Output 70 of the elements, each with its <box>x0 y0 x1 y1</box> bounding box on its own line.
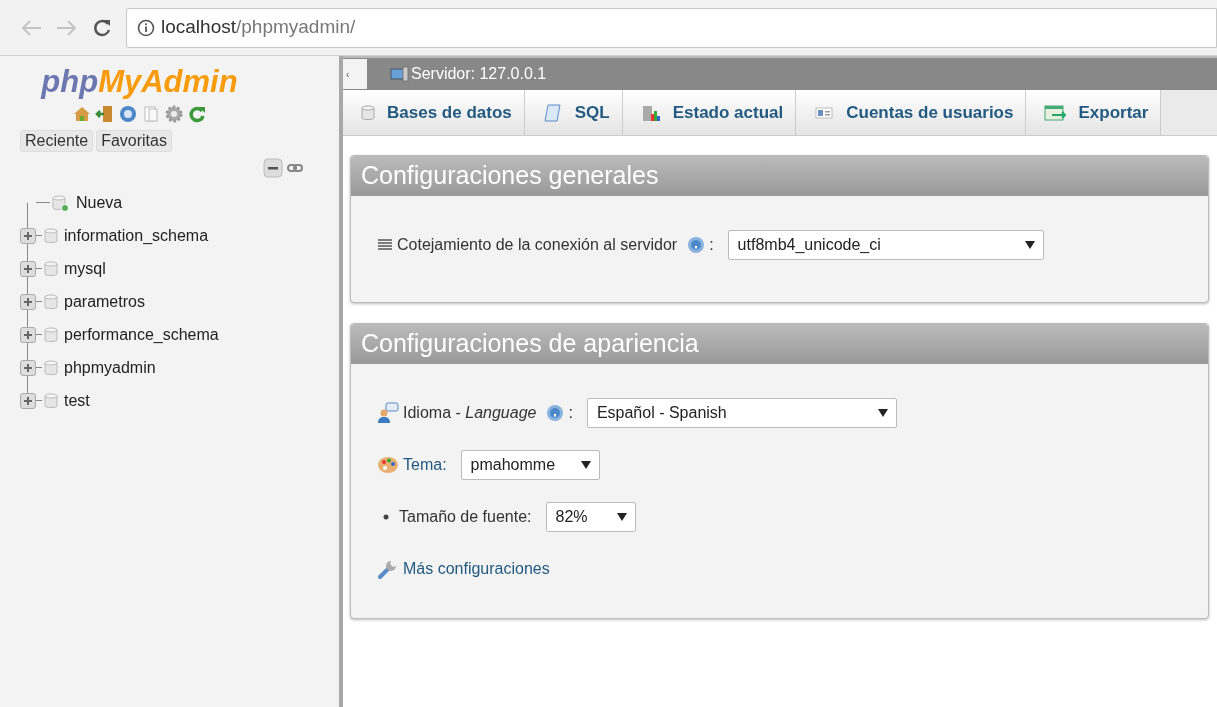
home-icon[interactable] <box>72 104 92 124</box>
database-icon <box>361 103 375 122</box>
database-icon <box>44 292 58 311</box>
new-database-icon <box>52 193 70 212</box>
list-icon <box>377 238 393 252</box>
sidebar-tab[interactable]: Reciente <box>20 130 94 152</box>
sidebar-tab[interactable]: Favoritas <box>96 130 172 152</box>
caret-icon <box>877 409 888 417</box>
menu-tab[interactable]: Exportar <box>1026 90 1162 135</box>
database-link[interactable]: performance_schema <box>64 322 219 347</box>
url-text: localhost/phpmyadmin/ <box>161 15 356 40</box>
breadcrumb-text[interactable]: Servidor: 127.0.0.1 <box>411 62 547 86</box>
wrench-icon <box>377 558 399 580</box>
caret-icon <box>616 513 627 521</box>
help-icon[interactable] <box>118 104 138 124</box>
info-icon <box>137 18 155 37</box>
database-link[interactable]: test <box>64 388 90 413</box>
settings-link[interactable]: Más configuraciones <box>403 557 550 581</box>
panel-title: Configuraciones generales <box>351 156 1208 196</box>
colon-text: : <box>568 403 573 423</box>
database-icon <box>44 358 58 377</box>
collapse-handle[interactable]: ‹ <box>343 59 367 89</box>
door-icon[interactable] <box>95 104 115 124</box>
collapse-all-icon[interactable] <box>263 158 283 178</box>
address-bar[interactable]: localhost/phpmyadmin/ <box>126 7 1217 48</box>
expand-icon[interactable] <box>20 293 36 310</box>
server-icon <box>389 65 409 83</box>
field-label: Cotejamiento de la conexión al servidor <box>397 235 678 255</box>
person-speech-icon <box>377 402 399 424</box>
database-icon <box>44 259 58 278</box>
colon-text: : <box>709 235 714 255</box>
phpmyadmin-logo[interactable]: phpMyAdmin <box>41 62 238 102</box>
field-label: Idioma - Language <box>403 403 537 423</box>
menu-tab[interactable]: SQL <box>524 90 623 135</box>
theme-link[interactable]: Tema: <box>403 453 447 477</box>
settings-icon[interactable] <box>164 104 184 124</box>
dropdown[interactable]: pmahomme <box>460 450 600 480</box>
database-icon <box>44 325 58 344</box>
caret-icon <box>580 461 591 469</box>
menu-tab[interactable]: Cuentas de usuarios <box>796 90 1027 135</box>
refresh-icon[interactable] <box>187 104 207 124</box>
database-link[interactable]: information_schema <box>64 223 209 248</box>
help-icon[interactable] <box>546 404 565 422</box>
expand-icon[interactable] <box>20 359 36 376</box>
expand-icon[interactable] <box>20 227 36 244</box>
field-label: Tamaño de fuente: <box>399 507 532 527</box>
menu-tab[interactable]: Estado actual <box>622 90 797 135</box>
palette-icon <box>377 455 399 475</box>
menu-tab[interactable]: Bases de datos <box>343 90 525 135</box>
database-link[interactable]: parametros <box>64 289 145 314</box>
expand-icon[interactable] <box>20 260 36 277</box>
bullet-icon <box>383 514 389 520</box>
caret-icon <box>1024 241 1035 249</box>
database-icon <box>44 391 58 410</box>
expand-icon[interactable] <box>20 326 36 343</box>
help-icon[interactable] <box>687 236 706 254</box>
database-link[interactable]: phpmyadmin <box>64 355 156 380</box>
panel-title: Configuraciones de apariencia <box>351 324 1208 364</box>
dropdown[interactable]: 82% <box>545 502 636 532</box>
id-card-icon <box>814 104 835 121</box>
spreadsheet-icon <box>1044 103 1067 122</box>
reload-icon[interactable] <box>92 17 112 38</box>
new-database-link[interactable]: Nueva <box>76 190 123 215</box>
database-link[interactable]: mysql <box>64 256 106 281</box>
scroll-icon <box>542 102 563 123</box>
database-icon <box>44 226 58 245</box>
expand-icon[interactable] <box>20 392 36 409</box>
dropdown[interactable]: utf8mb4_unicode_ci <box>727 230 1044 260</box>
dropdown[interactable]: Español - Spanish <box>586 398 897 428</box>
link-icon[interactable] <box>287 163 303 173</box>
